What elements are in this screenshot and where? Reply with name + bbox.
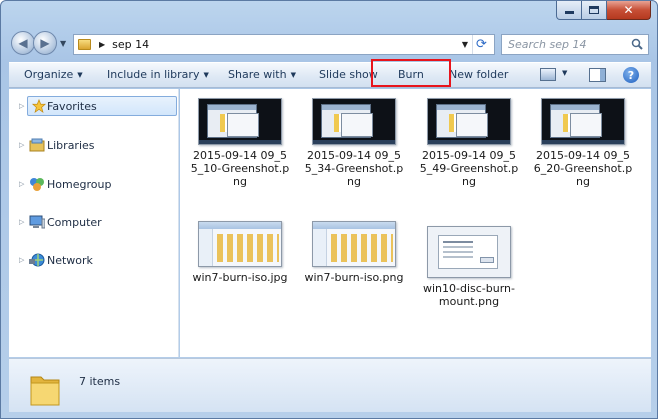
nav-item-favorites[interactable]: Favorites bbox=[27, 96, 177, 116]
nav-label: Homegroup bbox=[47, 177, 112, 191]
forward-arrow-icon: ▶ bbox=[40, 36, 50, 50]
help-icon[interactable]: ? bbox=[623, 67, 639, 83]
nav-label: Computer bbox=[47, 215, 102, 229]
details-pane: 7 items bbox=[9, 358, 651, 412]
expand-arrow-icon[interactable]: ▷ bbox=[19, 102, 24, 110]
nav-label: Libraries bbox=[47, 138, 95, 152]
explorer-window: ✕ ◀ ▶ ▼ ▶ sep 14 ▼ ⟳ Search sep 14 Organ… bbox=[0, 0, 658, 419]
file-item[interactable]: 2015-09-14 09_55_49-Greenshot.png bbox=[419, 98, 519, 188]
file-thumbnail bbox=[198, 221, 282, 267]
folder-icon bbox=[78, 39, 91, 50]
file-item[interactable]: 2015-09-14 09_56_20-Greenshot.png bbox=[533, 98, 633, 188]
organize-label: Organize bbox=[24, 68, 74, 81]
file-thumbnail bbox=[312, 98, 396, 145]
chevron-down-icon: ▼ bbox=[77, 71, 83, 79]
maximize-button[interactable] bbox=[582, 1, 607, 20]
file-name: win7-burn-iso.jpg bbox=[192, 271, 288, 284]
burn-highlight-box bbox=[371, 59, 451, 87]
nav-label: Favorites bbox=[47, 99, 97, 113]
nav-item-homegroup[interactable]: ▷ Homegroup bbox=[9, 174, 179, 194]
file-item[interactable]: 2015-09-14 09_55_10-Greenshot.png bbox=[190, 98, 290, 188]
file-name: 2015-09-14 09_56_20-Greenshot.png bbox=[533, 149, 633, 188]
nav-label: Network bbox=[47, 253, 93, 267]
back-arrow-icon: ◀ bbox=[18, 36, 28, 50]
file-thumbnail bbox=[427, 226, 511, 278]
forward-button[interactable]: ▶ bbox=[33, 31, 57, 55]
organize-button[interactable]: Organize ▼ bbox=[24, 68, 83, 81]
include-in-library-button[interactable]: Include in library ▼ bbox=[107, 68, 209, 81]
nav-item-computer[interactable]: ▷ Computer bbox=[9, 212, 179, 232]
recent-pages-dropdown-icon[interactable]: ▼ bbox=[60, 39, 66, 48]
minimize-icon bbox=[564, 11, 574, 14]
file-item[interactable]: win10-disc-burn-mount.png bbox=[419, 226, 519, 308]
file-thumbnail bbox=[541, 98, 625, 145]
share-with-label: Share with bbox=[228, 68, 287, 81]
file-item[interactable]: win7-burn-iso.png bbox=[304, 221, 404, 284]
file-name: 2015-09-14 09_55_10-Greenshot.png bbox=[190, 149, 290, 188]
file-name: win7-burn-iso.png bbox=[304, 271, 404, 284]
file-item[interactable]: 2015-09-14 09_55_34-Greenshot.png bbox=[304, 98, 404, 188]
change-view-icon[interactable] bbox=[540, 68, 556, 81]
file-item[interactable]: win7-burn-iso.jpg bbox=[190, 221, 290, 284]
close-icon: ✕ bbox=[623, 3, 634, 17]
navigation-buttons: ◀ ▶ ▼ bbox=[11, 31, 66, 55]
address-bar[interactable]: ▶ sep 14 ▼ ⟳ bbox=[73, 34, 495, 55]
search-icon[interactable] bbox=[631, 38, 643, 50]
network-icon bbox=[29, 253, 45, 267]
file-thumbnail bbox=[198, 98, 282, 145]
chevron-down-icon: ▼ bbox=[203, 71, 209, 79]
libraries-icon bbox=[29, 138, 45, 152]
address-dropdown-icon[interactable]: ▼ bbox=[462, 40, 468, 49]
folder-icon bbox=[30, 376, 60, 406]
expand-arrow-icon[interactable]: ▷ bbox=[19, 180, 24, 188]
slide-show-button[interactable]: Slide show bbox=[319, 68, 378, 81]
view-options-dropdown-icon[interactable]: ▼ bbox=[562, 69, 567, 77]
file-list: 2015-09-14 09_55_10-Greenshot.png 2015-0… bbox=[180, 89, 651, 357]
include-in-library-label: Include in library bbox=[107, 68, 200, 81]
expand-arrow-icon[interactable]: ▷ bbox=[19, 218, 24, 226]
back-button[interactable]: ◀ bbox=[11, 31, 35, 55]
new-folder-button[interactable]: New folder bbox=[449, 68, 508, 81]
nav-item-libraries[interactable]: ▷ Libraries bbox=[9, 135, 179, 155]
navigation-pane: Favorites ▷ ▷ Libraries ▷ Homegroup ▷ Co… bbox=[9, 89, 179, 357]
expand-arrow-icon[interactable]: ▷ bbox=[19, 141, 24, 149]
breadcrumb-segment[interactable]: sep 14 bbox=[112, 38, 149, 51]
maximize-icon bbox=[589, 6, 599, 14]
chevron-down-icon: ▼ bbox=[290, 71, 296, 79]
computer-icon bbox=[29, 215, 45, 229]
star-icon bbox=[31, 99, 47, 113]
breadcrumb-arrow-icon[interactable]: ▶ bbox=[99, 40, 105, 49]
item-count: 7 items bbox=[79, 375, 121, 388]
file-thumbnail bbox=[312, 221, 396, 267]
homegroup-icon bbox=[30, 178, 44, 191]
search-input[interactable]: Search sep 14 bbox=[501, 34, 649, 55]
refresh-icon[interactable]: ⟳ bbox=[472, 35, 490, 54]
nav-item-network[interactable]: ▷ Network bbox=[9, 250, 179, 270]
expand-arrow-icon[interactable]: ▷ bbox=[19, 256, 24, 264]
preview-pane-icon[interactable] bbox=[589, 68, 606, 82]
caption-buttons: ✕ bbox=[556, 1, 651, 21]
file-name: win10-disc-burn-mount.png bbox=[422, 282, 515, 308]
file-name: 2015-09-14 09_55_34-Greenshot.png bbox=[304, 149, 404, 188]
share-with-button[interactable]: Share with ▼ bbox=[228, 68, 296, 81]
minimize-button[interactable] bbox=[556, 1, 582, 20]
file-name: 2015-09-14 09_55_49-Greenshot.png bbox=[419, 149, 519, 188]
search-placeholder: Search sep 14 bbox=[508, 38, 587, 51]
file-thumbnail bbox=[427, 98, 511, 145]
command-bar: Organize ▼ Include in library ▼ Share with… bbox=[9, 62, 651, 88]
close-button[interactable]: ✕ bbox=[607, 1, 651, 20]
